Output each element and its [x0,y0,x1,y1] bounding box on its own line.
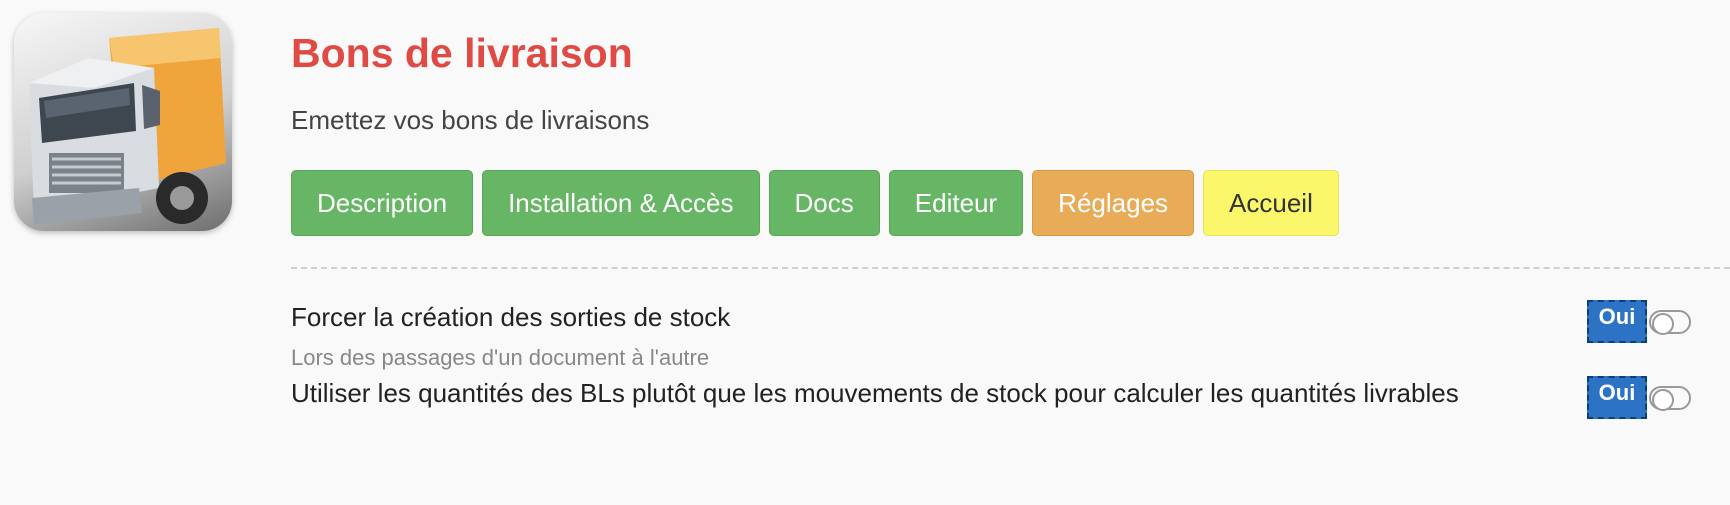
toggle-switch-icon[interactable] [1649,385,1691,411]
tab-editeur[interactable]: Editeur [888,170,1024,236]
delivery-truck-icon [14,13,232,231]
tab-description[interactable]: Description [291,170,474,236]
section-divider [291,267,1730,269]
toggle-on-label[interactable]: Oui [1587,300,1647,343]
toggle-on-label[interactable]: Oui [1587,376,1647,419]
page-title: Bons de livraison [291,30,633,76]
setting-force-stock-exit-toggle[interactable]: Oui [1587,300,1691,343]
setting-use-bl-quantities-toggle[interactable]: Oui [1587,376,1691,419]
tab-reglages[interactable]: Réglages [1032,170,1195,236]
setting-use-bl-quantities-label: Utiliser les quantités des BLs plutôt qu… [291,378,1459,408]
setting-force-stock-exit-help: Lors des passages d'un document à l'autr… [291,345,710,370]
tab-bar: Description Installation & Accès Docs Ed… [291,170,1339,236]
tab-accueil[interactable]: Accueil [1203,170,1339,236]
tab-installation-acces[interactable]: Installation & Accès [482,170,760,236]
page-subtitle: Emettez vos bons de livraisons [291,105,650,135]
toggle-switch-icon[interactable] [1649,309,1691,335]
setting-force-stock-exit-label: Forcer la création des sorties de stock [291,302,731,332]
tab-docs[interactable]: Docs [768,170,880,236]
